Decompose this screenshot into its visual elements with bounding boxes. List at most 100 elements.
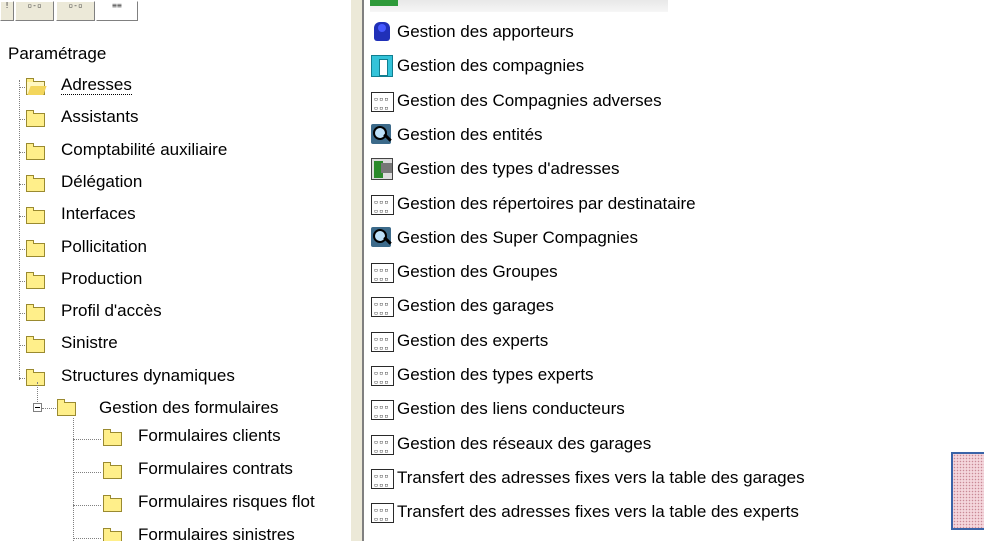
tree-item-label: Interfaces — [61, 204, 136, 224]
tree-item-label: Comptabilité auxiliaire — [61, 139, 228, 159]
collapse-toggle[interactable] — [33, 403, 42, 412]
tree-item-formulaires-risques-flot[interactable]: Formulaires risques flot — [138, 492, 315, 518]
tree-root-label: Paramétrage — [8, 44, 107, 63]
small-icons-view-button[interactable]: ▫-▫ — [15, 1, 54, 21]
list-item-label: Gestion des réseaux des garages — [397, 433, 652, 453]
items-list: Gestion des apporteurs Gestion des compag… — [364, 0, 984, 541]
list-item-label: Gestion des Compagnies adverses — [397, 90, 662, 110]
small-icons-view-icon: ▫-▫ — [27, 1, 42, 10]
open-folder-icon — [26, 78, 45, 95]
tree-connector — [19, 80, 20, 380]
tree-item-label: Sinistre — [61, 333, 118, 353]
tree-pane: ! ▫-▫ ▫-▫ ≡≡ Paramétrage Adresses Assista… — [0, 0, 350, 541]
tree-connector — [42, 408, 56, 409]
list-item-label: Gestion des liens conducteurs — [397, 399, 625, 419]
list-item-label: Gestion des garages — [397, 296, 554, 316]
details-view-icon: ≡≡ — [112, 1, 122, 10]
form-icon: ▫▫▫ ▫▫▫ — [371, 503, 394, 524]
pane-splitter[interactable] — [350, 0, 364, 541]
tree-item-d-l-gation[interactable]: Délégation — [61, 172, 142, 198]
form-icon: ▫▫▫ ▫▫▫ — [371, 263, 394, 284]
folder-icon — [103, 462, 122, 479]
large-icons-view-button[interactable]: ! — [0, 1, 14, 21]
tree-item-production[interactable]: Production — [61, 269, 142, 295]
folder-icon — [26, 336, 45, 354]
tree-item-label: Adresses — [61, 75, 132, 95]
list-item-label: Transfert des adresses fixes vers la tab… — [397, 467, 805, 487]
tree-item-gestion-des-formulaires[interactable]: Gestion des formulaires — [99, 398, 279, 418]
list-item-label: Gestion des types experts — [397, 365, 594, 384]
tree-connector — [37, 382, 38, 402]
tree-item-assistants[interactable]: Assistants — [61, 107, 138, 133]
tree-connector — [73, 538, 101, 539]
folder-icon — [26, 207, 45, 225]
tree-item-comptabilit-auxiliaire[interactable]: Comptabilité auxiliaire — [61, 140, 227, 166]
folder-icon — [26, 368, 45, 386]
folder-icon — [103, 495, 122, 512]
folder-icon — [26, 271, 45, 289]
tree-item-formulaires-clients[interactable]: Formulaires clients — [138, 426, 281, 452]
search-icon — [371, 123, 394, 147]
folder-icon — [26, 142, 45, 160]
list-scroll-remnant — [370, 0, 668, 12]
tree-item-structures-dynamiques[interactable]: Structures dynamiques — [61, 366, 235, 392]
tree-item-pollicitation[interactable]: Pollicitation — [61, 237, 147, 263]
tree-item-adresses[interactable]: Adresses — [61, 75, 132, 101]
tree-item-label: Profil d'accès — [61, 301, 162, 321]
list-view-icon: ▫-▫ — [68, 1, 83, 10]
tree-item-interfaces[interactable]: Interfaces — [61, 204, 136, 230]
tree-connector — [73, 472, 101, 473]
list-view-button[interactable]: ▫-▫ — [56, 1, 95, 21]
folder-icon — [57, 399, 76, 416]
tree-item-label: Gestion des formulaires — [99, 398, 279, 417]
form-icon: ▫▫▫ ▫▫▫ — [371, 366, 394, 386]
tree-item-label: Production — [61, 268, 143, 288]
tree-item-label: Délégation — [61, 171, 143, 191]
form-icon: ▫▫▫ ▫▫▫ — [371, 468, 394, 489]
list-item-label: Gestion des Super Compagnies — [397, 227, 638, 247]
partial-icon — [370, 0, 398, 6]
list-item-label: Gestion des experts — [397, 330, 549, 350]
tree-connector — [73, 418, 74, 541]
form-icon: ▫▫▫ ▫▫▫ — [371, 400, 394, 421]
view-toolbar: ! ▫-▫ ▫-▫ ≡≡ — [0, 0, 350, 22]
tree-item-formulaires-sinistres[interactable]: Formulaires sinistres — [138, 525, 295, 541]
tree-item-sinistre[interactable]: Sinistre — [61, 333, 118, 359]
folder-icon — [26, 174, 45, 192]
form-icon: ▫▫▫ ▫▫▫ — [371, 194, 394, 215]
tree-item-label: Formulaires contrats — [138, 459, 293, 478]
tree-connector — [73, 505, 101, 506]
folder-icon — [103, 429, 122, 446]
address-types-icon — [371, 158, 393, 181]
tree-item-profil-d-acc-s[interactable]: Profil d'accès — [61, 301, 162, 327]
people-icon — [371, 21, 394, 44]
details-view-button[interactable]: ≡≡ — [96, 1, 138, 21]
list-item-label: Transfert des adresses fixes vers la tab… — [397, 502, 799, 522]
tree-connector — [73, 439, 101, 440]
corner-widget[interactable] — [951, 452, 984, 530]
tree-item-label: Structures dynamiques — [61, 365, 235, 385]
tree-item-label: Pollicitation — [61, 236, 147, 256]
list-item-label: Gestion des types d'adresses — [397, 159, 620, 179]
tree-item-label: Formulaires sinistres — [138, 525, 295, 541]
folder-icon — [26, 110, 45, 128]
tree-item-label: Formulaires risques flot — [138, 492, 315, 511]
folder-icon — [26, 239, 45, 257]
list-item-label: Gestion des compagnies — [397, 56, 585, 76]
list-item-label: Gestion des entités — [397, 124, 543, 144]
tree-item-label: Assistants — [61, 107, 139, 127]
large-icons-view-icon: ! — [4, 1, 10, 10]
form-icon: ▫▫▫ ▫▫▫ — [371, 331, 394, 352]
form-icon: ▫▫▫ ▫▫▫ — [371, 297, 394, 318]
tree-item-label: Formulaires clients — [138, 426, 281, 445]
form-icon: ▫▫▫ ▫▫▫ — [371, 434, 394, 455]
building-icon — [371, 55, 393, 78]
folder-icon — [26, 304, 45, 322]
search-icon — [371, 226, 394, 250]
list-item-label: Gestion des apporteurs — [397, 22, 574, 41]
form-icon: ▫▫▫ ▫▫▫ — [371, 91, 394, 112]
tree-item-formulaires-contrats[interactable]: Formulaires contrats — [138, 459, 293, 485]
list-item-label: Gestion des répertoires par destinataire — [397, 193, 696, 213]
list-item-label: Gestion des Groupes — [397, 262, 558, 282]
folder-icon — [103, 528, 122, 541]
